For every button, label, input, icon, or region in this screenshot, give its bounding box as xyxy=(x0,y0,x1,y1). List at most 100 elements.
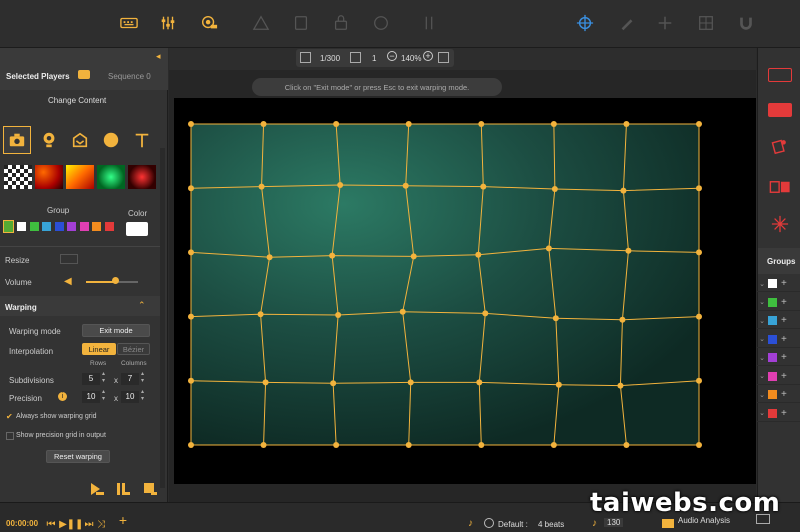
rows-input[interactable]: 5 xyxy=(82,373,100,385)
warp-control-point[interactable] xyxy=(482,310,489,317)
warp-control-point[interactable] xyxy=(337,182,344,188)
info-icon[interactable]: i xyxy=(58,392,67,401)
reset-warping-button[interactable]: Reset warping xyxy=(46,450,110,463)
chevron-down-icon[interactable]: ⌄ xyxy=(757,280,767,288)
chevron-down-icon[interactable]: ⌄ xyxy=(757,391,767,399)
chevron-down-icon[interactable]: ⌄ xyxy=(757,354,767,362)
metronome-icon[interactable]: ♪ xyxy=(468,518,473,529)
warp-control-point[interactable] xyxy=(552,315,559,322)
warp-control-point[interactable] xyxy=(257,311,264,318)
fit-screen-icon[interactable] xyxy=(438,52,449,63)
warp-control-point[interactable] xyxy=(696,313,702,320)
group-row[interactable]: ⌄ + xyxy=(757,332,800,348)
warp-control-point[interactable] xyxy=(480,183,487,190)
projector-icon[interactable] xyxy=(198,12,220,34)
circle-icon[interactable] xyxy=(97,126,125,154)
warp-control-point[interactable] xyxy=(410,253,417,260)
group-color-swatch[interactable] xyxy=(67,222,76,231)
rectangle-filled-icon[interactable] xyxy=(768,101,792,119)
document-icon[interactable] xyxy=(290,12,312,34)
warp-control-point[interactable] xyxy=(625,247,632,254)
warp-control-point[interactable] xyxy=(405,442,412,448)
collapse-panel-icon[interactable]: ◂ xyxy=(156,51,161,62)
green-thumbnail[interactable] xyxy=(97,165,125,189)
warp-control-point[interactable] xyxy=(399,308,406,315)
group-row[interactable]: ⌄ + xyxy=(757,406,800,422)
group-color-swatch[interactable] xyxy=(92,222,101,231)
shuffle-icon[interactable]: ⤨ xyxy=(96,519,106,530)
warp-control-point[interactable] xyxy=(262,379,269,386)
link-rects-icon[interactable] xyxy=(768,178,792,196)
add-to-group-icon[interactable]: + xyxy=(781,334,787,345)
warp-control-point[interactable] xyxy=(330,380,337,387)
color-picker-swatch[interactable] xyxy=(126,222,148,236)
group-color-swatch[interactable] xyxy=(79,222,89,231)
resize-icon[interactable] xyxy=(60,254,78,264)
layer-icon[interactable] xyxy=(350,52,361,63)
warp-control-point[interactable] xyxy=(329,252,336,259)
add-to-group-icon[interactable]: + xyxy=(781,408,787,419)
warp-control-point[interactable] xyxy=(188,442,194,448)
audio-bars-icon[interactable] xyxy=(662,519,674,528)
keyboard-icon[interactable] xyxy=(118,12,140,34)
add-to-group-icon[interactable]: + xyxy=(781,278,787,289)
pause-icon[interactable]: ❚❚ xyxy=(67,519,84,530)
mixer-sliders-icon[interactable] xyxy=(157,12,179,34)
camera-icon[interactable] xyxy=(3,126,31,154)
speaker-icon[interactable]: ◀ xyxy=(64,276,72,287)
chat-icon[interactable] xyxy=(78,70,90,79)
chevron-down-icon[interactable]: ⌄ xyxy=(757,372,767,380)
skip-end-icon[interactable]: ⏭ xyxy=(84,519,94,530)
warp-control-point[interactable] xyxy=(620,187,627,194)
plus-icon[interactable] xyxy=(654,12,676,34)
chevron-down-icon[interactable]: ⌄ xyxy=(757,409,767,417)
group-row[interactable]: ⌄ + xyxy=(757,369,800,385)
crosshair-target-icon[interactable] xyxy=(574,12,596,34)
chevron-down-icon[interactable]: ⌄ xyxy=(757,298,767,306)
group-row[interactable]: ⌄ + xyxy=(757,295,800,311)
bezier-toggle[interactable]: Bézier xyxy=(117,343,150,355)
warp-control-point[interactable] xyxy=(478,442,485,448)
text-icon[interactable] xyxy=(128,126,156,154)
lock-icon[interactable] xyxy=(330,12,352,34)
skip-start-icon[interactable]: ⏮ xyxy=(46,519,56,530)
warp-control-point[interactable] xyxy=(188,249,194,256)
pen-icon[interactable] xyxy=(616,12,638,34)
warp-control-point[interactable] xyxy=(333,121,340,127)
group-color-swatch[interactable] xyxy=(29,222,39,231)
fire-thumbnail[interactable] xyxy=(66,165,94,189)
stop-all-icon[interactable] xyxy=(143,482,157,496)
exit-mode-button[interactable]: Exit mode xyxy=(82,324,150,337)
group-color-swatch[interactable] xyxy=(17,222,26,231)
warp-control-point[interactable] xyxy=(545,245,552,252)
checkmark-icon[interactable]: ✔ xyxy=(6,412,13,421)
warp-control-point[interactable] xyxy=(188,377,194,384)
warp-control-point[interactable] xyxy=(478,121,485,127)
warp-control-point[interactable] xyxy=(335,312,342,318)
columns-input[interactable]: 7 xyxy=(121,373,139,385)
warp-control-point[interactable] xyxy=(260,442,267,448)
warp-control-point[interactable] xyxy=(333,442,340,448)
sparkle-icon[interactable] xyxy=(768,215,792,233)
zoom-in-icon[interactable]: + xyxy=(423,51,433,61)
warp-control-point[interactable] xyxy=(475,251,482,258)
warp-control-point[interactable] xyxy=(551,186,558,192)
warp-control-point[interactable] xyxy=(619,316,626,323)
warp-control-point[interactable] xyxy=(696,249,702,256)
warp-control-point[interactable] xyxy=(258,183,265,190)
warp-control-point[interactable] xyxy=(405,121,412,127)
group-palette-icon[interactable] xyxy=(3,220,14,233)
warp-control-point[interactable] xyxy=(260,121,267,127)
group-row[interactable]: ⌄ + xyxy=(757,387,800,403)
chevron-up-icon[interactable]: ⌃ xyxy=(138,300,146,311)
warp-control-point[interactable] xyxy=(407,379,414,386)
group-row[interactable]: ⌄ + xyxy=(757,350,800,366)
group-color-swatch[interactable] xyxy=(54,222,64,231)
split-icon[interactable] xyxy=(418,12,440,34)
warp-control-point[interactable] xyxy=(188,313,194,320)
warp-control-point[interactable] xyxy=(623,121,630,127)
checker-thumbnail[interactable] xyxy=(4,165,32,189)
linear-toggle[interactable]: Linear xyxy=(82,343,116,355)
clock-icon[interactable] xyxy=(484,518,494,528)
stage-icon[interactable] xyxy=(66,126,94,154)
